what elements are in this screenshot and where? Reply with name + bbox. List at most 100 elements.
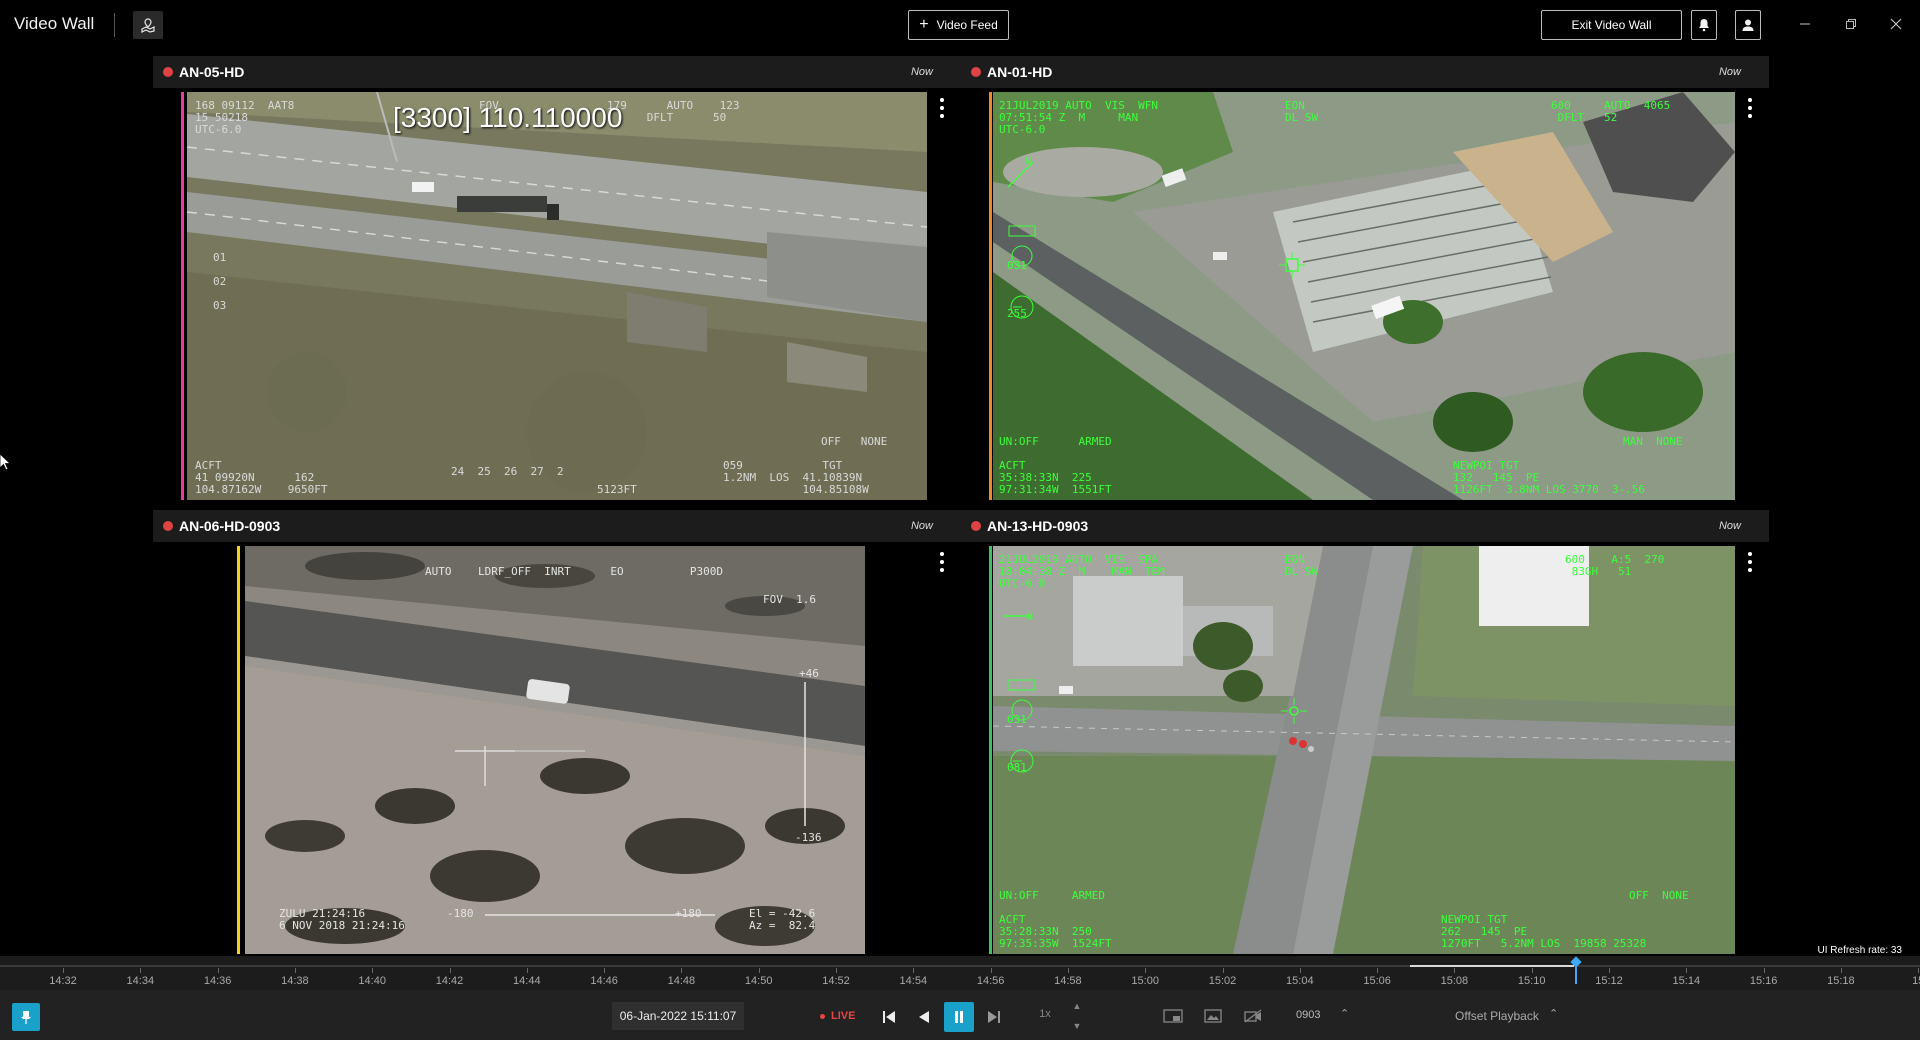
picture-in-picture-icon[interactable] bbox=[1163, 1008, 1183, 1024]
timeline-tick bbox=[140, 968, 142, 973]
recording-indicator bbox=[163, 521, 173, 531]
tile-header: AN-06-HD-0903 Now bbox=[153, 510, 961, 542]
kebab-dot bbox=[1748, 552, 1752, 556]
hud-mode: OFF NONE bbox=[1629, 889, 1689, 902]
timeline-time-label: 15:14 bbox=[1672, 975, 1701, 987]
play-reverse-icon bbox=[919, 1011, 929, 1023]
notifications-button[interactable] bbox=[1691, 10, 1717, 40]
play-reverse-button[interactable] bbox=[909, 1002, 939, 1032]
tile-time: Now bbox=[1718, 520, 1741, 532]
kebab-dot bbox=[940, 114, 944, 118]
timeline-tick bbox=[449, 968, 451, 973]
hud-target-info: NEWPOI TGT 132 145 PE 1126FT 3.8NM LOS 3… bbox=[1453, 459, 1646, 496]
video-tile-4[interactable]: AN-13-HD-0903 Now 21JUL2019 AUTO VIS SPA… bbox=[961, 510, 1769, 954]
map-view-button[interactable] bbox=[133, 11, 163, 39]
timeline-time-label: 15:10 bbox=[1517, 975, 1546, 987]
pin-button[interactable] bbox=[12, 1003, 40, 1031]
playback-datetime[interactable]: 06-Jan-2022 15:11:07 bbox=[612, 1002, 744, 1030]
timeline-tick bbox=[1763, 968, 1765, 973]
kebab-dot bbox=[1748, 560, 1752, 564]
feed-selector[interactable]: 0903 bbox=[1296, 1009, 1320, 1021]
minimize-button[interactable] bbox=[1794, 14, 1816, 34]
timeline-tick bbox=[1686, 968, 1688, 973]
restore-button[interactable] bbox=[1840, 14, 1862, 34]
video-tile-2[interactable]: AN-01-HD Now 21JUL2019 AUTO VIS WFN 07:5… bbox=[961, 56, 1769, 500]
video-feed-frame[interactable]: 21JUL2019 AUTO VIS WFN 07:51:54 Z M MAN … bbox=[993, 92, 1735, 500]
close-icon bbox=[1890, 18, 1902, 30]
kebab-dot bbox=[940, 560, 944, 564]
hud-top-right: 600 A:5 270 83GH 51 bbox=[1565, 553, 1665, 578]
hud-top-right: 600 AUTO 4065 DFLT 52 bbox=[1551, 99, 1671, 124]
exit-video-wall-button[interactable]: Exit Video Wall bbox=[1541, 10, 1682, 40]
kebab-dot bbox=[940, 552, 944, 556]
tile-menu-button[interactable] bbox=[1747, 552, 1753, 572]
timeline-time-label: 14:36 bbox=[203, 975, 232, 987]
video-off-icon[interactable] bbox=[1243, 1008, 1263, 1024]
video-feed-frame[interactable]: 21JUL2019 AUTO VIS SPA 18:04:38 Z M MAN … bbox=[993, 546, 1735, 954]
top-bar: Video Wall + Video Feed Exit Video Wall bbox=[0, 0, 1920, 50]
svg-text:N: N bbox=[1025, 156, 1031, 167]
hud-scale-top: +46 bbox=[799, 667, 819, 680]
tile-time: Now bbox=[910, 66, 933, 78]
timeline-time-label: 15:04 bbox=[1286, 975, 1314, 987]
image-icon[interactable] bbox=[1203, 1008, 1223, 1024]
video-tile-3[interactable]: AN-06-HD-0903 Now AUTO LDRF_OFF INRT EO … bbox=[153, 510, 961, 954]
playback-speed[interactable]: 1x bbox=[1028, 1008, 1062, 1020]
chevron-up-icon[interactable]: ⌃ bbox=[1340, 1007, 1349, 1020]
chevron-up-icon[interactable]: ▲ bbox=[1073, 1001, 1082, 1011]
ui-refresh-rate: UI Refresh rate: 33 bbox=[1817, 945, 1902, 956]
video-tile-1[interactable]: AN-05-HD Now 168 09112 AAT8 15 50218 UTC… bbox=[153, 56, 961, 500]
hud-target-info: NEWPOI TGT 262 145 PE 1270FT 5.2NM LOS 1… bbox=[1441, 913, 1647, 950]
pause-button[interactable] bbox=[944, 1002, 974, 1032]
recording-indicator bbox=[971, 521, 981, 531]
hud-azimuth-left: -180 bbox=[447, 907, 474, 920]
timeline-time-label: 14:48 bbox=[667, 975, 696, 987]
mouse-cursor-icon bbox=[0, 454, 12, 471]
speed-stepper[interactable]: ▲ ▼ bbox=[1070, 1001, 1084, 1031]
user-account-button[interactable] bbox=[1735, 10, 1761, 40]
chevron-up-icon[interactable]: ⌃ bbox=[1549, 1007, 1558, 1020]
close-button[interactable] bbox=[1885, 14, 1907, 34]
tile-menu-button[interactable] bbox=[939, 552, 945, 572]
timeline-time-label: 14:56 bbox=[976, 975, 1005, 987]
timeline-track[interactable] bbox=[0, 965, 1920, 967]
recording-indicator bbox=[163, 67, 173, 77]
tile-menu-button[interactable] bbox=[1747, 98, 1753, 118]
timeline-time-label: 14:46 bbox=[590, 975, 618, 987]
timeline-tick bbox=[526, 968, 528, 973]
aerial-desert-road-scene bbox=[245, 546, 865, 954]
hud-fov: FOV 1.6 bbox=[763, 593, 816, 606]
offset-playback-button[interactable]: Offset Playback bbox=[1455, 1009, 1539, 1023]
hud-aircraft-info: ACFT 35:38:33N 225 97:31:34W 1551FT bbox=[999, 459, 1112, 496]
timeline-time-label: 15:02 bbox=[1208, 975, 1237, 987]
timeline-time-label: 14:42 bbox=[435, 975, 464, 987]
tile-time: Now bbox=[910, 520, 933, 532]
tile-feed-name: AN-13-HD-0903 bbox=[987, 518, 1089, 534]
skip-to-end-button[interactable] bbox=[979, 1002, 1009, 1032]
tile-menu-button[interactable] bbox=[939, 98, 945, 118]
hud-left-readouts: 031 081 bbox=[1007, 713, 1027, 774]
timeline-time-label: 15:16 bbox=[1749, 975, 1778, 987]
crosshair-icon bbox=[1279, 252, 1305, 278]
tile-feed-name: AN-01-HD bbox=[987, 64, 1053, 80]
hud-top-left: 21JUL2019 AUTO VIS WFN 07:51:54 Z M MAN … bbox=[999, 99, 1158, 136]
skip-to-start-button[interactable] bbox=[874, 1002, 904, 1032]
feed-accent-bar bbox=[989, 546, 992, 954]
timeline-tick bbox=[294, 968, 296, 973]
add-video-feed-button[interactable]: + Video Feed bbox=[908, 10, 1009, 40]
live-dot-icon bbox=[820, 1013, 825, 1019]
kebab-dot bbox=[940, 568, 944, 572]
chevron-down-icon[interactable]: ▼ bbox=[1073, 1021, 1082, 1031]
tile-feed-name: AN-06-HD-0903 bbox=[179, 518, 281, 534]
timeline-time-label: 14:34 bbox=[126, 975, 155, 987]
live-indicator[interactable]: LIVE bbox=[820, 1010, 855, 1022]
timeline-tick bbox=[372, 968, 374, 973]
timeline-tick bbox=[1609, 968, 1610, 973]
feed-accent-bar bbox=[181, 92, 184, 500]
playback-timeline[interactable]: 14:32 14:34 14:36 14:38 14:40 14:42 14:44 14:46… bbox=[0, 956, 1920, 990]
timeline-tick bbox=[604, 968, 606, 973]
video-feed-frame[interactable]: AUTO LDRF_OFF INRT EO P300D FOV 1.6 +46 … bbox=[245, 546, 865, 954]
video-feed-frame[interactable]: 168 09112 AAT8 15 50218 UTC-6.0 FOV [330… bbox=[187, 92, 927, 500]
kebab-dot bbox=[940, 106, 944, 110]
kebab-dot bbox=[1748, 98, 1752, 102]
